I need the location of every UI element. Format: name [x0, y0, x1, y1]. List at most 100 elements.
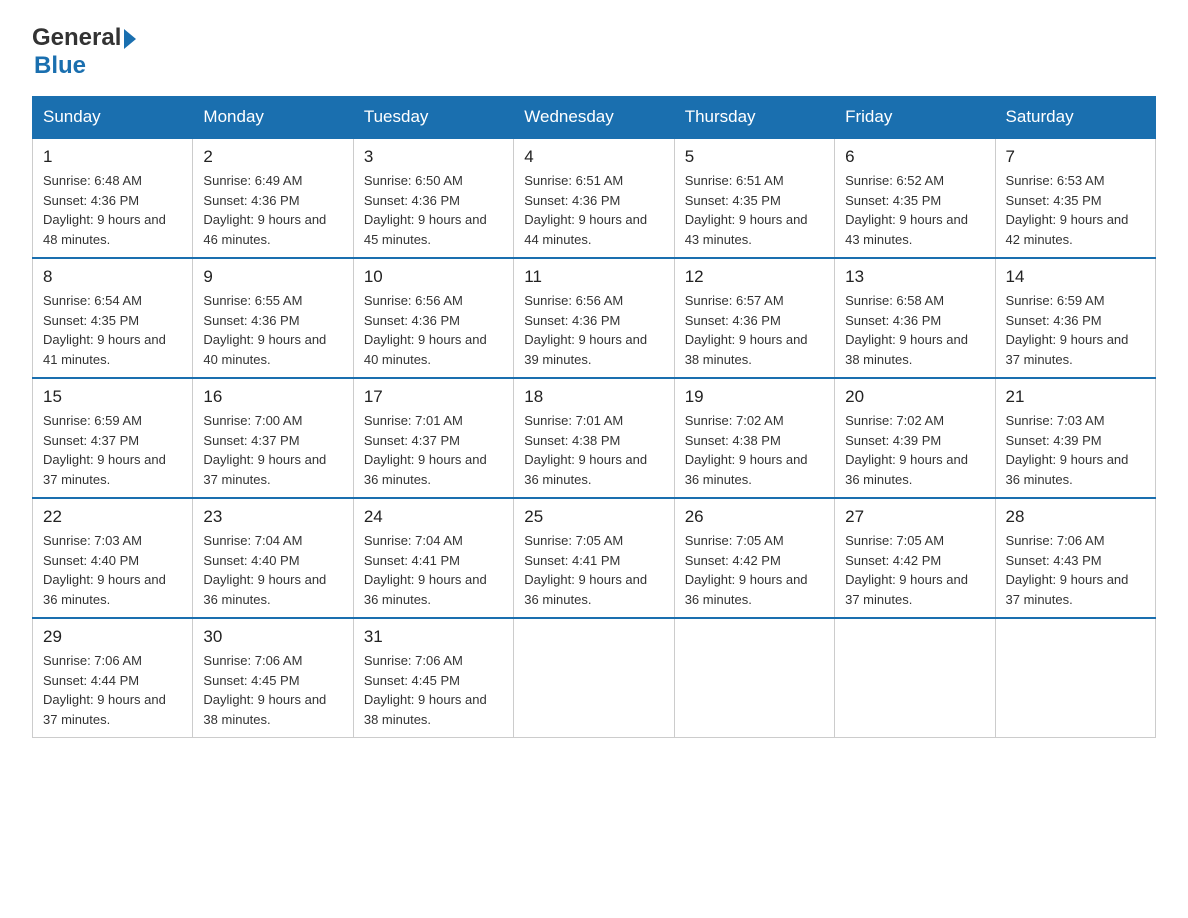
calendar-cell: 21 Sunrise: 7:03 AMSunset: 4:39 PMDayligh… [995, 378, 1155, 498]
day-info: Sunrise: 6:59 AMSunset: 4:36 PMDaylight:… [1006, 291, 1145, 369]
calendar-cell: 24 Sunrise: 7:04 AMSunset: 4:41 PMDayligh… [353, 498, 513, 618]
day-number: 22 [43, 507, 182, 527]
calendar-cell: 13 Sunrise: 6:58 AMSunset: 4:36 PMDayligh… [835, 258, 995, 378]
logo-general-text: General [32, 24, 121, 52]
day-info: Sunrise: 6:51 AMSunset: 4:35 PMDaylight:… [685, 171, 824, 249]
day-info: Sunrise: 7:02 AMSunset: 4:39 PMDaylight:… [845, 411, 984, 489]
calendar-cell: 5 Sunrise: 6:51 AMSunset: 4:35 PMDaylight… [674, 138, 834, 258]
day-number: 7 [1006, 147, 1145, 167]
day-number: 20 [845, 387, 984, 407]
calendar-cell: 31Sunrise: 7:06 AMSunset: 4:45 PMDayligh… [353, 618, 513, 738]
calendar-cell: 22 Sunrise: 7:03 AMSunset: 4:40 PMDayligh… [33, 498, 193, 618]
logo-triangle-icon [124, 29, 136, 49]
calendar-cell: 10 Sunrise: 6:56 AMSunset: 4:36 PMDayligh… [353, 258, 513, 378]
day-number: 29 [43, 627, 182, 647]
day-info: Sunrise: 7:06 AMSunset: 4:45 PMDaylight:… [364, 651, 503, 729]
day-info: Sunrise: 7:03 AMSunset: 4:40 PMDaylight:… [43, 531, 182, 609]
weekday-header-tuesday: Tuesday [353, 97, 513, 139]
day-info: Sunrise: 6:50 AMSunset: 4:36 PMDaylight:… [364, 171, 503, 249]
day-number: 6 [845, 147, 984, 167]
calendar-cell: 19 Sunrise: 7:02 AMSunset: 4:38 PMDayligh… [674, 378, 834, 498]
day-number: 18 [524, 387, 663, 407]
day-number: 12 [685, 267, 824, 287]
day-info: Sunrise: 6:58 AMSunset: 4:36 PMDaylight:… [845, 291, 984, 369]
calendar-cell: 29 Sunrise: 7:06 AMSunset: 4:44 PMDayligh… [33, 618, 193, 738]
day-info: Sunrise: 6:56 AMSunset: 4:36 PMDaylight:… [524, 291, 663, 369]
calendar-cell: 8Sunrise: 6:54 AMSunset: 4:35 PMDaylight… [33, 258, 193, 378]
day-info: Sunrise: 7:02 AMSunset: 4:38 PMDaylight:… [685, 411, 824, 489]
day-info: Sunrise: 6:49 AMSunset: 4:36 PMDaylight:… [203, 171, 342, 249]
day-number: 30 [203, 627, 342, 647]
calendar-cell: 14 Sunrise: 6:59 AMSunset: 4:36 PMDayligh… [995, 258, 1155, 378]
day-info: Sunrise: 7:04 AMSunset: 4:41 PMDaylight:… [364, 531, 503, 609]
calendar-week-row: 22 Sunrise: 7:03 AMSunset: 4:40 PMDayligh… [33, 498, 1156, 618]
weekday-header-wednesday: Wednesday [514, 97, 674, 139]
day-info: Sunrise: 7:04 AMSunset: 4:40 PMDaylight:… [203, 531, 342, 609]
weekday-header-thursday: Thursday [674, 97, 834, 139]
day-info: Sunrise: 7:05 AMSunset: 4:42 PMDaylight:… [685, 531, 824, 609]
page-header: General Blue [32, 24, 1156, 80]
day-number: 14 [1006, 267, 1145, 287]
calendar-cell: 4 Sunrise: 6:51 AMSunset: 4:36 PMDaylight… [514, 138, 674, 258]
calendar-cell: 25Sunrise: 7:05 AMSunset: 4:41 PMDayligh… [514, 498, 674, 618]
calendar-cell: 28 Sunrise: 7:06 AMSunset: 4:43 PMDayligh… [995, 498, 1155, 618]
day-info: Sunrise: 6:52 AMSunset: 4:35 PMDaylight:… [845, 171, 984, 249]
day-number: 15 [43, 387, 182, 407]
day-number: 27 [845, 507, 984, 527]
calendar-cell: 11 Sunrise: 6:56 AMSunset: 4:36 PMDayligh… [514, 258, 674, 378]
day-info: Sunrise: 7:05 AMSunset: 4:42 PMDaylight:… [845, 531, 984, 609]
weekday-header-sunday: Sunday [33, 97, 193, 139]
day-number: 21 [1006, 387, 1145, 407]
day-number: 23 [203, 507, 342, 527]
day-number: 16 [203, 387, 342, 407]
day-info: Sunrise: 7:06 AMSunset: 4:44 PMDaylight:… [43, 651, 182, 729]
calendar-cell: 2Sunrise: 6:49 AMSunset: 4:36 PMDaylight… [193, 138, 353, 258]
day-number: 13 [845, 267, 984, 287]
calendar-cell: 18 Sunrise: 7:01 AMSunset: 4:38 PMDayligh… [514, 378, 674, 498]
logo-blue-text: Blue [34, 52, 86, 80]
calendar-week-row: 1 Sunrise: 6:48 AMSunset: 4:36 PMDaylight… [33, 138, 1156, 258]
calendar-cell: 15 Sunrise: 6:59 AMSunset: 4:37 PMDayligh… [33, 378, 193, 498]
calendar-cell: 16 Sunrise: 7:00 AMSunset: 4:37 PMDayligh… [193, 378, 353, 498]
day-number: 8 [43, 267, 182, 287]
day-number: 5 [685, 147, 824, 167]
calendar-cell: 20 Sunrise: 7:02 AMSunset: 4:39 PMDayligh… [835, 378, 995, 498]
weekday-header-row: SundayMondayTuesdayWednesdayThursdayFrid… [33, 97, 1156, 139]
day-info: Sunrise: 6:59 AMSunset: 4:37 PMDaylight:… [43, 411, 182, 489]
calendar-cell: 9Sunrise: 6:55 AMSunset: 4:36 PMDaylight… [193, 258, 353, 378]
calendar-cell: 30Sunrise: 7:06 AMSunset: 4:45 PMDayligh… [193, 618, 353, 738]
calendar-week-row: 29 Sunrise: 7:06 AMSunset: 4:44 PMDayligh… [33, 618, 1156, 738]
day-info: Sunrise: 7:01 AMSunset: 4:37 PMDaylight:… [364, 411, 503, 489]
day-info: Sunrise: 7:06 AMSunset: 4:43 PMDaylight:… [1006, 531, 1145, 609]
weekday-header-monday: Monday [193, 97, 353, 139]
calendar-cell [514, 618, 674, 738]
calendar-cell: 12 Sunrise: 6:57 AMSunset: 4:36 PMDayligh… [674, 258, 834, 378]
day-number: 3 [364, 147, 503, 167]
calendar-cell: 1 Sunrise: 6:48 AMSunset: 4:36 PMDaylight… [33, 138, 193, 258]
day-number: 1 [43, 147, 182, 167]
day-info: Sunrise: 7:01 AMSunset: 4:38 PMDaylight:… [524, 411, 663, 489]
day-number: 4 [524, 147, 663, 167]
day-info: Sunrise: 7:03 AMSunset: 4:39 PMDaylight:… [1006, 411, 1145, 489]
calendar-cell: 23 Sunrise: 7:04 AMSunset: 4:40 PMDayligh… [193, 498, 353, 618]
day-number: 19 [685, 387, 824, 407]
calendar-cell: 6 Sunrise: 6:52 AMSunset: 4:35 PMDaylight… [835, 138, 995, 258]
day-info: Sunrise: 6:51 AMSunset: 4:36 PMDaylight:… [524, 171, 663, 249]
day-number: 26 [685, 507, 824, 527]
day-number: 24 [364, 507, 503, 527]
calendar-cell [995, 618, 1155, 738]
calendar-cell [835, 618, 995, 738]
calendar-cell: 17 Sunrise: 7:01 AMSunset: 4:37 PMDayligh… [353, 378, 513, 498]
day-info: Sunrise: 7:00 AMSunset: 4:37 PMDaylight:… [203, 411, 342, 489]
day-info: Sunrise: 6:56 AMSunset: 4:36 PMDaylight:… [364, 291, 503, 369]
day-number: 11 [524, 267, 663, 287]
day-number: 10 [364, 267, 503, 287]
day-info: Sunrise: 6:57 AMSunset: 4:36 PMDaylight:… [685, 291, 824, 369]
day-number: 17 [364, 387, 503, 407]
day-number: 28 [1006, 507, 1145, 527]
calendar-cell: 3 Sunrise: 6:50 AMSunset: 4:36 PMDaylight… [353, 138, 513, 258]
calendar-table: SundayMondayTuesdayWednesdayThursdayFrid… [32, 96, 1156, 738]
calendar-week-row: 8Sunrise: 6:54 AMSunset: 4:35 PMDaylight… [33, 258, 1156, 378]
day-number: 9 [203, 267, 342, 287]
day-info: Sunrise: 6:48 AMSunset: 4:36 PMDaylight:… [43, 171, 182, 249]
